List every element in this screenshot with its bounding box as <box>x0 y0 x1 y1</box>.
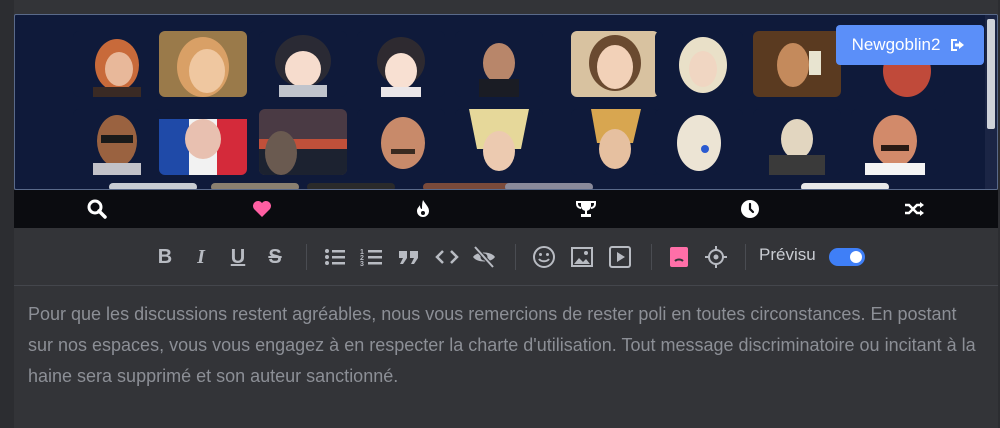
sticker-thumbnail[interactable] <box>307 183 395 189</box>
image-icon[interactable] <box>569 244 595 270</box>
sign-out-icon <box>951 39 965 51</box>
sticker-thumbnail[interactable] <box>159 31 247 97</box>
sticker-thumbnail[interactable] <box>109 183 197 189</box>
username-label: Newgoblin2 <box>851 35 941 54</box>
sticker-thumbnail[interactable] <box>851 109 939 175</box>
settings-icon[interactable] <box>703 244 729 270</box>
sticker-thumbnail[interactable] <box>357 31 445 97</box>
video-icon[interactable] <box>607 244 633 270</box>
scrollbar-thumb[interactable] <box>987 19 995 129</box>
spoiler-hidden-icon[interactable] <box>471 244 497 270</box>
code-icon[interactable] <box>434 244 460 270</box>
underline-button[interactable]: U <box>225 244 251 270</box>
sticker-thumbnail[interactable] <box>455 109 543 175</box>
search-icon[interactable] <box>86 198 108 220</box>
sticker-thumbnail[interactable] <box>571 31 659 97</box>
bullet-list-icon[interactable] <box>322 244 348 270</box>
sticker-thumbnail[interactable] <box>259 31 347 97</box>
logout-button[interactable]: Newgoblin2 <box>836 25 984 65</box>
preview-label: Prévisu <box>759 245 816 264</box>
clock-icon[interactable] <box>739 198 761 220</box>
sticker-icon[interactable] <box>666 244 692 270</box>
numbered-list-icon[interactable]: 123 <box>359 244 385 270</box>
quote-icon[interactable] <box>396 244 422 270</box>
sticker-thumbnail[interactable] <box>357 109 445 175</box>
sticker-thumbnail[interactable] <box>505 183 593 189</box>
sticker-thumbnail[interactable] <box>801 183 889 189</box>
sticker-thumbnail[interactable] <box>753 109 841 175</box>
trophy-icon[interactable] <box>575 198 597 220</box>
preview-toggle[interactable] <box>829 248 865 266</box>
sticker-thumbnail[interactable] <box>455 31 543 97</box>
message-textarea[interactable]: Pour que les discussions restent agréabl… <box>28 299 978 392</box>
strikethrough-button[interactable]: S <box>262 244 288 270</box>
sticker-thumbnail[interactable] <box>655 109 743 175</box>
sticker-scrollbar[interactable] <box>985 15 997 189</box>
heart-icon[interactable] <box>251 198 273 220</box>
sticker-thumbnail[interactable] <box>655 31 743 97</box>
flame-icon[interactable] <box>412 198 434 220</box>
smiley-icon[interactable] <box>531 244 557 270</box>
svg-text:3: 3 <box>360 261 364 268</box>
toggle-knob <box>850 251 862 263</box>
sticker-thumbnail[interactable] <box>159 109 247 175</box>
sticker-thumbnail[interactable] <box>73 109 161 175</box>
bold-button[interactable]: B <box>152 244 178 270</box>
sticker-category-bar <box>14 190 998 228</box>
shuffle-icon[interactable] <box>903 198 925 220</box>
sticker-thumbnail[interactable] <box>259 109 347 175</box>
italic-button[interactable]: I <box>188 244 214 270</box>
sticker-thumbnail[interactable] <box>753 31 841 97</box>
sticker-thumbnail[interactable] <box>211 183 299 189</box>
sticker-thumbnail[interactable] <box>571 109 659 175</box>
sticker-thumbnail[interactable] <box>73 31 161 97</box>
sticker-thumbnail[interactable] <box>423 183 511 189</box>
